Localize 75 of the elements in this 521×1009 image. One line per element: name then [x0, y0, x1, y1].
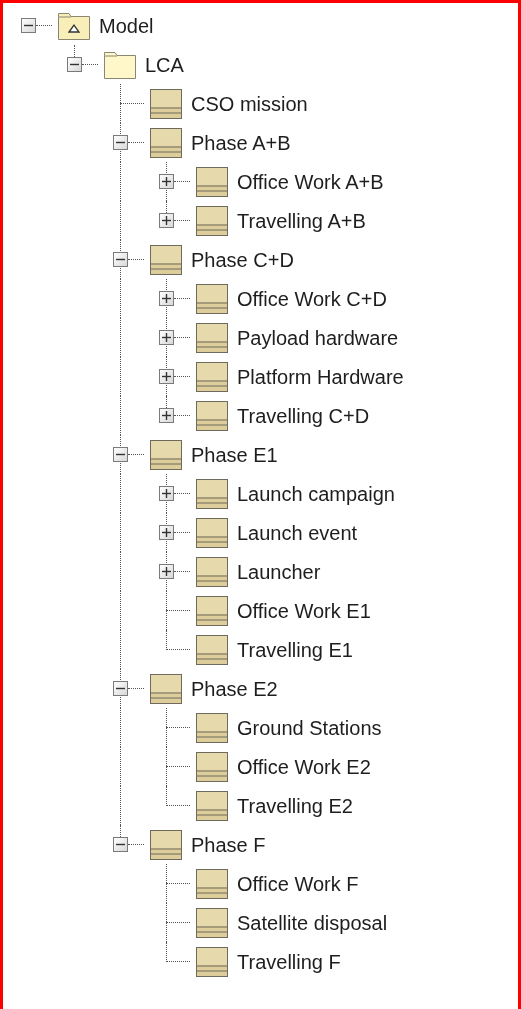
class-element-icon: [150, 88, 182, 119]
plus-icon: [162, 528, 171, 537]
expand-button[interactable]: [159, 291, 174, 306]
plus-icon: [162, 216, 171, 225]
plus-icon: [162, 372, 171, 381]
class-element-icon: [196, 517, 228, 548]
class-element-icon: [196, 907, 228, 938]
expand-button[interactable]: [159, 486, 174, 501]
tree-item-label[interactable]: CSO mission: [191, 91, 308, 116]
tree-item-label[interactable]: Phase C+D: [191, 247, 294, 272]
class-element-icon: [196, 595, 228, 626]
collapse-button[interactable]: [113, 135, 128, 150]
expand-button[interactable]: [159, 330, 174, 345]
tree-item-label[interactable]: Office Work C+D: [237, 286, 387, 311]
tree-item-label[interactable]: Phase F: [191, 832, 266, 857]
tree-item-label[interactable]: Phase E2: [191, 676, 278, 701]
expand-button[interactable]: [159, 213, 174, 228]
tree-item-label[interactable]: Ground Stations: [237, 715, 382, 740]
tree-item-label[interactable]: Platform Hardware: [237, 364, 404, 389]
collapse-button[interactable]: [113, 447, 128, 462]
class-element-icon: [150, 244, 182, 275]
tree-item-label[interactable]: Launch campaign: [237, 481, 395, 506]
collapse-button[interactable]: [113, 837, 128, 852]
plus-icon: [162, 411, 171, 420]
class-element-icon: [196, 634, 228, 665]
tree-item-label[interactable]: Travelling E1: [237, 637, 353, 662]
tree-item-label[interactable]: Launcher: [237, 559, 321, 584]
tree-item-label[interactable]: Phase E1: [191, 442, 278, 467]
tree-item-label[interactable]: Office Work E2: [237, 754, 371, 779]
class-element-icon: [150, 673, 182, 704]
class-element-icon: [150, 829, 182, 860]
class-element-icon: [196, 946, 228, 977]
tree-item-label[interactable]: Travelling A+B: [237, 208, 366, 233]
plus-icon: [162, 333, 171, 342]
tree-item-label[interactable]: Travelling E2: [237, 793, 353, 818]
tree-item-label[interactable]: Launch event: [237, 520, 358, 545]
expand-button[interactable]: [159, 408, 174, 423]
class-element-icon: [196, 205, 228, 236]
tree-item-label[interactable]: Model: [99, 13, 154, 38]
class-element-icon: [196, 283, 228, 314]
collapse-button[interactable]: [113, 681, 128, 696]
collapse-button[interactable]: [21, 18, 36, 33]
expand-button[interactable]: [159, 525, 174, 540]
tree-item-label[interactable]: Office Work E1: [237, 598, 371, 623]
plus-icon: [162, 489, 171, 498]
class-element-icon: [196, 712, 228, 743]
class-element-icon: [196, 478, 228, 509]
folder-icon: [104, 50, 136, 79]
tree-item-label[interactable]: Office Work F: [237, 871, 359, 896]
tree-item-label[interactable]: Satellite disposal: [237, 910, 388, 935]
class-element-icon: [150, 439, 182, 470]
class-element-icon: [196, 400, 228, 431]
expand-button[interactable]: [159, 564, 174, 579]
class-element-icon: [196, 790, 228, 821]
tree-item-label[interactable]: Office Work A+B: [237, 169, 384, 194]
plus-icon: [162, 177, 171, 186]
class-element-icon: [196, 556, 228, 587]
collapse-button[interactable]: [67, 57, 82, 72]
class-element-icon: [150, 127, 182, 158]
tree-item-label[interactable]: LCA: [145, 52, 184, 77]
class-element-icon: [196, 751, 228, 782]
tree-item-label[interactable]: Travelling F: [237, 949, 341, 974]
class-element-icon: [196, 361, 228, 392]
tree-item-label[interactable]: Phase A+B: [191, 130, 291, 155]
plus-icon: [162, 567, 171, 576]
class-element-icon: [196, 322, 228, 353]
collapse-button[interactable]: [113, 252, 128, 267]
expand-button[interactable]: [159, 369, 174, 384]
class-element-icon: [196, 166, 228, 197]
expand-button[interactable]: [159, 174, 174, 189]
tree-item-label[interactable]: Payload hardware: [237, 325, 399, 350]
model-folder-icon: [58, 11, 90, 40]
plus-icon: [162, 294, 171, 303]
tree-item-label[interactable]: Travelling C+D: [237, 403, 370, 428]
class-element-icon: [196, 868, 228, 899]
